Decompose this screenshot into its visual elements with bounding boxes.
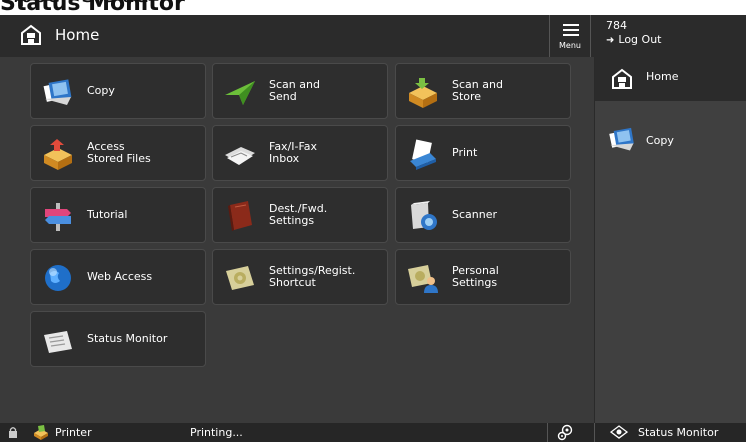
- page-title: Home: [55, 26, 100, 44]
- tile-scan-and-store[interactable]: Scan and Store: [395, 63, 571, 119]
- logout-icon: ➜: [606, 35, 615, 46]
- tile-web-access[interactable]: Web Access: [30, 249, 206, 305]
- tile-settings-shortcut[interactable]: Settings/Regist. Shortcut: [212, 249, 388, 305]
- tile-label: Status Monitor: [87, 332, 168, 345]
- tutorial-icon: [45, 203, 71, 231]
- sidebar-home-button[interactable]: Home: [595, 57, 746, 101]
- menu-button[interactable]: Menu: [549, 15, 591, 57]
- user-area: 784 ➜ Log Out: [606, 19, 661, 48]
- tile-tutorial[interactable]: Tutorial: [30, 187, 206, 243]
- printer-icon: [34, 425, 48, 440]
- tile-fax-inbox[interactable]: Fax/I-Fax Inbox: [212, 125, 388, 181]
- tile-label: Access Stored Files: [87, 140, 151, 165]
- sidebar-item-label: Copy: [646, 134, 674, 147]
- tile-label: Fax/I-Fax Inbox: [269, 140, 318, 165]
- sidebar-item-copy[interactable]: Copy: [595, 119, 746, 163]
- tile-label: Tutorial: [87, 208, 128, 221]
- caption-prefix: Tippen Sie auf: [0, 0, 157, 8]
- dest-fwd-icon: [228, 201, 252, 231]
- scan-send-icon: [225, 81, 255, 105]
- settings-shortcut-icon: [226, 266, 254, 290]
- home-icon: [612, 68, 632, 89]
- tile-label: Dest./Fwd. Settings: [269, 202, 328, 227]
- tile-scan-and-send[interactable]: Scan and Send: [212, 63, 388, 119]
- tile-label: Scan and Store: [452, 78, 503, 103]
- tile-label: Print: [452, 146, 478, 159]
- tile-status-monitor[interactable]: Status Monitor: [30, 311, 206, 367]
- tile-label: Scanner: [452, 208, 498, 221]
- device-label: Printer: [55, 426, 92, 439]
- globe-icon: [45, 265, 71, 291]
- tile-print[interactable]: Print: [395, 125, 571, 181]
- logout-button[interactable]: ➜ Log Out: [606, 33, 661, 48]
- sidebar-home-label: Home: [646, 70, 679, 83]
- tile-label: Scan and Send: [269, 78, 320, 103]
- tile-label: Copy: [87, 84, 115, 97]
- tile-label: Personal Settings: [452, 264, 499, 289]
- stored-files-icon: [44, 139, 72, 170]
- tile-copy[interactable]: Copy: [30, 63, 206, 119]
- caption-suffix: .: [0, 0, 7, 8]
- scan-store-icon: [409, 78, 437, 108]
- menu-icon: [563, 24, 579, 37]
- fax-inbox-icon: [225, 147, 255, 165]
- home-icon: [21, 24, 41, 45]
- menu-label: Menu: [559, 41, 581, 50]
- header-bar: Home Menu 784 ➜ Log Out: [0, 15, 746, 57]
- status-monitor-icon: [44, 331, 72, 353]
- logout-label: Log Out: [618, 33, 662, 46]
- copy-icon: [43, 79, 72, 105]
- device-state: Printing...: [190, 426, 243, 439]
- tile-label: Web Access: [87, 270, 153, 283]
- personal-settings-icon: [408, 265, 438, 293]
- copy-icon: [609, 127, 634, 151]
- status-monitor-button[interactable]: Status Monitor: [638, 426, 718, 439]
- tile-dest-fwd-settings[interactable]: Dest./Fwd. Settings: [212, 187, 388, 243]
- scanner-icon: [411, 201, 437, 230]
- print-icon: [410, 139, 436, 170]
- tile-personal-settings[interactable]: Personal Settings: [395, 249, 571, 305]
- eye-icon: [610, 425, 628, 439]
- main-panel: Copy Scan and Send Scan and Store Access…: [0, 57, 594, 442]
- sidebar: Home Copy: [594, 57, 746, 423]
- tile-label: Settings/Regist. Shortcut: [269, 264, 356, 289]
- divider: [594, 423, 595, 442]
- status-bar: Printer Printing... Status Monitor: [0, 423, 746, 442]
- divider: [547, 423, 548, 442]
- user-id: 784: [606, 19, 627, 32]
- lock-icon: [9, 427, 17, 438]
- tile-scanner[interactable]: Scanner: [395, 187, 571, 243]
- tile-access-stored-files[interactable]: Access Stored Files: [30, 125, 206, 181]
- network-settings-icon[interactable]: [557, 424, 575, 441]
